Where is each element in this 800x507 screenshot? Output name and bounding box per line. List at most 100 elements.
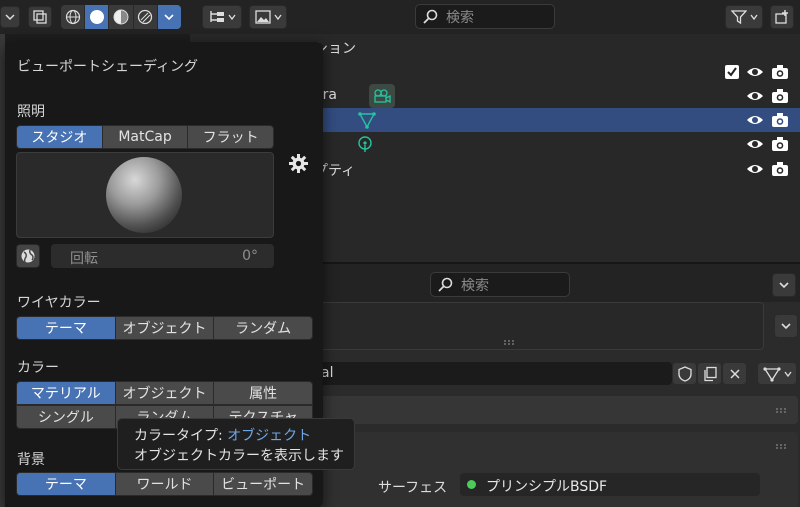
material-link-dropdown[interactable] (757, 362, 797, 385)
chevron-down-icon (5, 14, 15, 21)
search-placeholder: 検索 (461, 277, 489, 294)
eye-icon[interactable] (746, 87, 764, 105)
color-single-option[interactable]: シングル (17, 406, 116, 428)
properties-search-input[interactable]: 検索 (430, 272, 570, 297)
eye-icon[interactable] (746, 160, 764, 178)
wire-theme-option[interactable]: テーマ (17, 317, 116, 339)
wire-random-option[interactable]: ランダム (214, 317, 312, 339)
filter-dropdown[interactable] (725, 5, 763, 29)
wireframe-shading-button[interactable] (61, 5, 86, 29)
unlink-material-button[interactable] (722, 362, 747, 385)
background-label: 背景 (17, 452, 45, 468)
color-label: カラー (17, 360, 59, 376)
camera-icon[interactable] (771, 135, 789, 153)
new-collection-icon (775, 10, 788, 24)
camera-icon[interactable] (771, 160, 789, 178)
rendered-sphere-icon (138, 9, 153, 25)
popover-title: ビューポートシェーディング (17, 59, 199, 75)
resize-grip-icon[interactable] (503, 339, 517, 345)
studio-sphere-preview (106, 157, 182, 233)
eye-icon[interactable] (746, 135, 764, 153)
lighting-matcap-option[interactable]: MatCap (102, 126, 189, 148)
background-world-option[interactable]: ワールド (115, 473, 215, 495)
outliner-search-input[interactable]: 検索 (415, 4, 555, 29)
mesh-data-icon[interactable] (358, 111, 376, 129)
drag-handle-icon[interactable] (775, 443, 789, 449)
viewport-header (0, 0, 190, 34)
lighting-mode-selector: スタジオ MatCap フラット (16, 125, 274, 149)
shield-icon (677, 365, 692, 382)
chevron-down-icon (779, 282, 789, 289)
eye-icon[interactable] (746, 111, 764, 129)
tooltip-title-prefix: カラータイプ: (134, 428, 228, 444)
rendered-shading-button[interactable] (134, 5, 158, 29)
material-preview-button[interactable] (109, 5, 134, 29)
lighting-studio-option[interactable]: スタジオ (17, 126, 103, 148)
slot-specials-dropdown[interactable] (774, 314, 798, 338)
background-theme-option[interactable]: テーマ (17, 473, 116, 495)
display-mode-dropdown[interactable] (202, 5, 242, 29)
duplicate-icon (703, 366, 717, 381)
wireframe-sphere-icon (65, 9, 80, 25)
search-placeholder: 検索 (446, 9, 474, 26)
studio-light-preview[interactable] (16, 152, 274, 238)
color-material-option[interactable]: マテリアル (17, 382, 116, 404)
duplicate-material-button[interactable] (697, 362, 722, 385)
surface-shader-selector[interactable]: プリンシプルBSDF (460, 473, 760, 496)
properties-options-dropdown[interactable] (772, 273, 796, 297)
chevron-down-icon (749, 14, 758, 21)
light-data-icon[interactable] (356, 135, 374, 153)
solid-sphere-icon (89, 10, 104, 24)
drag-handle-icon[interactable] (775, 407, 789, 413)
xray-toggle-button[interactable] (28, 6, 52, 28)
tooltip-description: オブジェクトカラーを表示します (134, 448, 344, 464)
camera-icon[interactable] (771, 87, 789, 105)
close-icon (729, 368, 740, 379)
solid-shading-button[interactable] (85, 5, 110, 29)
camera-icon[interactable] (771, 63, 789, 81)
camera-data-icon[interactable] (369, 84, 395, 108)
surface-shader-value: プリンシプルBSDF (486, 479, 608, 495)
lighting-flat-option[interactable]: フラット (188, 126, 273, 148)
material-sphere-icon (113, 9, 129, 25)
color-type-tooltip: カラータイプ: オブジェクト オブジェクトカラーを表示します (117, 418, 355, 470)
shading-options-dropdown[interactable] (157, 5, 181, 29)
wire-object-option[interactable]: オブジェクト (115, 317, 215, 339)
outliner-tree-icon (210, 11, 224, 22)
color-attribute-option[interactable]: 属性 (214, 382, 312, 404)
wire-color-selector: テーマ オブジェクト ランダム (16, 316, 313, 340)
camera-icon[interactable] (771, 111, 789, 129)
outliner-header: 検索 (190, 0, 800, 34)
fake-user-button[interactable] (672, 362, 697, 385)
chevron-down-icon (228, 14, 236, 21)
rotation-field[interactable]: 回転 0° (51, 244, 274, 268)
checkbox-checked-icon[interactable] (724, 64, 740, 80)
rotation-label: 回転 (70, 251, 98, 267)
wire-color-label: ワイヤカラー (17, 295, 101, 311)
gear-icon[interactable] (289, 154, 308, 173)
funnel-icon (730, 10, 747, 25)
tooltip-title-value: オブジェクト (227, 428, 312, 444)
color-object-option[interactable]: オブジェクト (115, 382, 215, 404)
xray-icon (33, 10, 47, 24)
search-icon (423, 9, 438, 24)
chevron-down-icon (164, 14, 174, 21)
shader-status-dot (467, 480, 476, 489)
background-viewport-option[interactable]: ビューポート (214, 473, 312, 495)
tooltip-title: カラータイプ: オブジェクト (134, 426, 354, 446)
background-selector: テーマ ワールド ビューポート (16, 472, 313, 496)
new-collection-button[interactable] (770, 5, 794, 29)
search-icon (438, 277, 453, 292)
chevron-down-icon (783, 371, 792, 377)
rotation-value: 0° (242, 248, 258, 264)
world-space-lighting-toggle[interactable] (16, 244, 40, 268)
world-icon (21, 249, 35, 263)
filter-type-dropdown[interactable] (249, 5, 287, 29)
eye-icon[interactable] (746, 63, 764, 81)
lighting-label: 照明 (17, 104, 45, 120)
chevron-down-icon (781, 323, 791, 330)
video-camera-icon (374, 89, 391, 104)
shading-mode-group (61, 5, 181, 29)
editor-type-dropdown[interactable] (0, 6, 20, 28)
image-icon (255, 10, 271, 24)
